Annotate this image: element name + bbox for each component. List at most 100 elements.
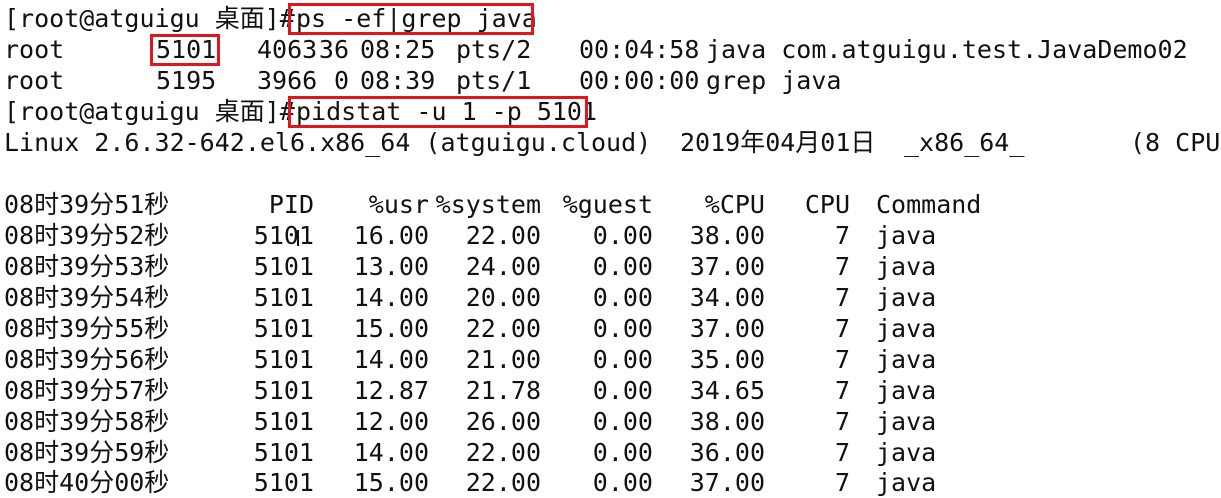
pidstat-row: 08时39分53秒 5101 13.00 24.00 0.00 37.00 7 … bbox=[4, 251, 936, 282]
row-cpu: 7 bbox=[834, 283, 850, 312]
row-pid: 5101 bbox=[253, 376, 314, 405]
row-pid: 5101 bbox=[253, 283, 314, 312]
row-pid: 5101 bbox=[253, 407, 314, 436]
row-time: 08时40分00秒 bbox=[4, 468, 170, 497]
ps-user: root bbox=[4, 35, 65, 64]
row-time: 08时39分55秒 bbox=[4, 314, 170, 343]
system-info-line: Linux 2.6.32-642.el6.x86_64 (atguigu.clo… bbox=[4, 127, 1221, 158]
header-cpu-pct: %CPU bbox=[704, 190, 765, 219]
ps-time: 00:00:00 bbox=[579, 66, 700, 95]
row-guest: 0.00 bbox=[592, 438, 653, 467]
ps-pid: 5195 bbox=[156, 66, 217, 95]
row-usr: 14.00 bbox=[353, 345, 429, 374]
row-guest: 0.00 bbox=[592, 314, 653, 343]
row-usr: 15.00 bbox=[353, 314, 429, 343]
row-usr: 15.00 bbox=[353, 468, 429, 497]
terminal-window[interactable]: [root@atguigu 桌面]# ps -ef|grep java root… bbox=[0, 0, 1221, 498]
ps-user: root bbox=[4, 66, 65, 95]
header-system: %system bbox=[435, 190, 541, 219]
cpu-count: (8 CPU) bbox=[1130, 128, 1221, 157]
pidstat-row: 08时39分56秒 5101 14.00 21.00 0.00 35.00 7 … bbox=[4, 344, 936, 375]
ps-output-row: root 5195 3966 0 08:39 pts/1 00:00:00 gr… bbox=[4, 65, 841, 96]
row-cpu-pct: 38.00 bbox=[689, 221, 765, 250]
row-cpu: 7 bbox=[834, 376, 850, 405]
shell-prompt: [root@atguigu 桌面]# bbox=[4, 4, 295, 33]
row-cpu-pct: 34.65 bbox=[689, 376, 765, 405]
ps-tty: pts/1 bbox=[456, 66, 532, 95]
row-cpu-pct: 34.00 bbox=[689, 283, 765, 312]
row-cpu: 7 bbox=[834, 407, 850, 436]
command-line-2: [root@atguigu 桌面]# pidstat -u 1 -p 5101 bbox=[4, 96, 597, 127]
row-command: java bbox=[876, 376, 937, 405]
row-cpu: 7 bbox=[834, 221, 850, 250]
ps-cmd: java com.atguigu.test.JavaDemo02 bbox=[706, 35, 1188, 64]
row-system: 22.00 bbox=[465, 468, 541, 497]
row-usr: 14.00 bbox=[353, 438, 429, 467]
row-system: 22.00 bbox=[465, 314, 541, 343]
pidstat-row: 08时39分52秒 5101 16.00 22.00 0.00 38.00 7 … bbox=[4, 220, 936, 251]
row-cpu-pct: 37.00 bbox=[689, 314, 765, 343]
ps-cpu: 36 bbox=[318, 35, 349, 64]
row-command: java bbox=[876, 314, 937, 343]
row-command: java bbox=[876, 438, 937, 467]
row-time: 08时39分58秒 bbox=[4, 407, 170, 436]
pidstat-row: 08时39分59秒 5101 14.00 22.00 0.00 36.00 7 … bbox=[4, 437, 936, 468]
row-guest: 0.00 bbox=[592, 252, 653, 281]
row-usr: 14.00 bbox=[353, 283, 429, 312]
row-cpu-pct: 37.00 bbox=[689, 252, 765, 281]
row-usr: 12.87 bbox=[353, 376, 429, 405]
row-pid: 5101 bbox=[253, 252, 314, 281]
row-command: java bbox=[876, 283, 937, 312]
row-guest: 0.00 bbox=[592, 221, 653, 250]
pidstat-row: 08时39分54秒 5101 14.00 20.00 0.00 34.00 7 … bbox=[4, 282, 936, 313]
pidstat-row: 08时39分57秒 5101 12.87 21.78 0.00 34.65 7 … bbox=[4, 375, 936, 406]
header-usr: %usr bbox=[368, 190, 429, 219]
row-system: 24.00 bbox=[465, 252, 541, 281]
ps-cmd: grep java bbox=[706, 66, 842, 95]
report-date: 2019年04月01日 bbox=[680, 128, 876, 157]
row-cpu-pct: 35.00 bbox=[689, 345, 765, 374]
row-guest: 0.00 bbox=[592, 283, 653, 312]
ps-stime: 08:39 bbox=[360, 66, 436, 95]
row-system: 20.00 bbox=[465, 283, 541, 312]
row-usr: 13.00 bbox=[353, 252, 429, 281]
header-guest: %guest bbox=[562, 190, 653, 219]
ps-output-row: root 5101 4063 36 08:25 pts/2 00:04:58 j… bbox=[4, 34, 1188, 65]
row-time: 08时39分57秒 bbox=[4, 376, 170, 405]
row-usr: 12.00 bbox=[353, 407, 429, 436]
pidstat-command: pidstat -u 1 -p 5101 bbox=[296, 97, 598, 126]
header-cpu: CPU bbox=[804, 190, 850, 219]
row-pid: 5101 bbox=[253, 438, 314, 467]
row-command: java bbox=[876, 252, 937, 281]
shell-prompt: [root@atguigu 桌面]# bbox=[4, 97, 295, 126]
ps-stime: 08:25 bbox=[360, 35, 436, 64]
row-time: 08时39分52秒 bbox=[4, 221, 170, 250]
row-guest: 0.00 bbox=[592, 407, 653, 436]
row-guest: 0.00 bbox=[592, 376, 653, 405]
row-command: java bbox=[876, 407, 937, 436]
row-time: 08时39分54秒 bbox=[4, 283, 170, 312]
pidstat-row: 08时39分58秒 5101 12.00 26.00 0.00 38.00 7 … bbox=[4, 406, 936, 437]
row-cpu: 7 bbox=[834, 252, 850, 281]
row-system: 21.00 bbox=[465, 345, 541, 374]
ps-command: ps -ef|grep java bbox=[296, 4, 537, 33]
row-cpu-pct: 37.00 bbox=[689, 468, 765, 497]
row-cpu: 7 bbox=[834, 438, 850, 467]
header-time: 08时39分51秒 bbox=[4, 190, 170, 219]
ps-time: 00:04:58 bbox=[579, 35, 700, 64]
row-command: java bbox=[876, 345, 937, 374]
row-pid: 5101 bbox=[253, 468, 314, 497]
row-usr: 16.00 bbox=[353, 221, 429, 250]
pidstat-row: 08时39分55秒 5101 15.00 22.00 0.00 37.00 7 … bbox=[4, 313, 936, 344]
row-command: java bbox=[876, 221, 937, 250]
row-guest: 0.00 bbox=[592, 468, 653, 497]
ps-cpu: 0 bbox=[333, 66, 349, 95]
row-system: 22.00 bbox=[465, 221, 541, 250]
row-system: 21.78 bbox=[465, 376, 541, 405]
row-cpu: 7 bbox=[834, 345, 850, 374]
row-pid: 5101 bbox=[253, 345, 314, 374]
ps-tty: pts/2 bbox=[456, 35, 532, 64]
row-time: 08时39分56秒 bbox=[4, 345, 170, 374]
row-system: 22.00 bbox=[465, 438, 541, 467]
pidstat-header: 08时39分51秒 PID %usr %system %guest %CPU C… bbox=[4, 189, 981, 220]
